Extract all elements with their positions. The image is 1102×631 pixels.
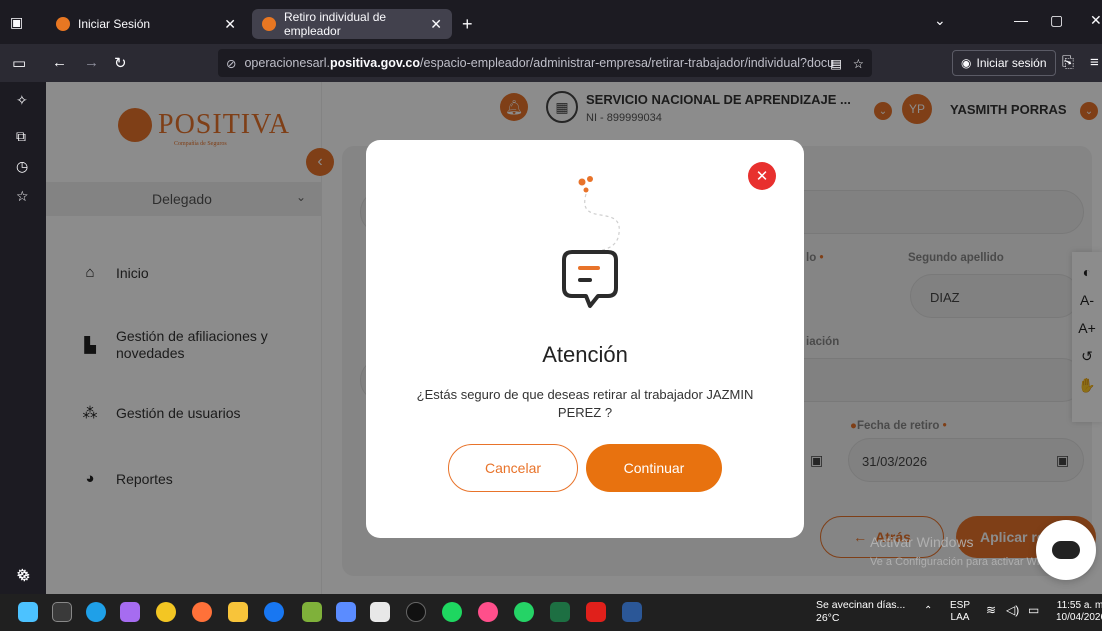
extensions-icon[interactable]: ⎘: [1062, 54, 1074, 71]
settings-icon[interactable]: ⚙: [18, 568, 31, 585]
signin-button[interactable]: ◉ Iniciar sesión: [952, 50, 1056, 76]
photos-icon[interactable]: [478, 602, 498, 622]
temperature: 26°C: [816, 612, 840, 624]
facebook-icon[interactable]: [264, 602, 284, 622]
browser-sidebar: ✧ ⧉ ◷ ☆ ⚙: [0, 82, 46, 594]
whatsapp-icon[interactable]: [514, 602, 534, 622]
chat-button[interactable]: [1036, 520, 1096, 580]
menu-icon[interactable]: ≡: [1090, 54, 1099, 71]
positiva-favicon-icon: [262, 17, 276, 31]
sidebar-toggle-icon[interactable]: ▭: [12, 54, 26, 72]
chat-icon: [1052, 541, 1080, 559]
tab-label: Retiro individual de empleador: [284, 10, 387, 38]
synced-tabs-icon[interactable]: ⧉: [16, 128, 26, 145]
ai-sparkle-icon[interactable]: ✧: [16, 92, 28, 109]
chrome-icon[interactable]: [156, 602, 176, 622]
tiktok-icon[interactable]: [406, 602, 426, 622]
close-tab-icon[interactable]: ✕: [224, 16, 236, 33]
cancel-button[interactable]: Cancelar: [448, 444, 578, 492]
positiva-favicon-icon: [56, 17, 70, 31]
dialog-title: Atención: [542, 342, 628, 367]
url-domain: positiva.gov.co: [329, 56, 421, 70]
url-prefix: operacionesarl.: [244, 56, 330, 70]
copilot-icon[interactable]: [120, 602, 140, 622]
close-icon[interactable]: ✕: [748, 162, 776, 190]
maximize-icon[interactable]: ▢: [1050, 12, 1063, 29]
bookmarks-icon[interactable]: ☆: [16, 188, 29, 205]
shield-icon: ⊘: [226, 56, 237, 71]
word-icon[interactable]: [622, 602, 642, 622]
task-view-icon[interactable]: [52, 602, 72, 622]
browser-tabbar: ▣ Iniciar Sesión ✕ Retiro individual de …: [0, 0, 1102, 44]
browser-navbar: ▭ ← → ↻ ⊘ operacionesarl. positiva.gov.co…: [0, 44, 1102, 82]
chat-bubble-illustration-icon: [562, 176, 620, 308]
continue-button[interactable]: Continuar: [586, 444, 722, 492]
windows-start-icon[interactable]: [18, 602, 38, 622]
forward-icon[interactable]: →: [84, 54, 99, 71]
account-icon: ◉: [961, 56, 972, 70]
clock-date: 10/04/2026: [1056, 612, 1102, 623]
battery-icon[interactable]: ▭: [1028, 604, 1039, 616]
volume-icon[interactable]: ◁): [1006, 604, 1019, 616]
tab-retiro-individual[interactable]: Retiro individual de empleador ✕: [252, 9, 452, 39]
back-icon[interactable]: ←: [52, 54, 67, 71]
signin-label: Iniciar sesión: [976, 56, 1047, 70]
history-icon[interactable]: ◷: [16, 158, 28, 175]
tab-label: Iniciar Sesión: [78, 17, 151, 31]
spotify-icon[interactable]: [442, 602, 462, 622]
minecraft-icon[interactable]: [302, 602, 322, 622]
excel-icon[interactable]: [550, 602, 570, 622]
edge-icon[interactable]: [86, 602, 106, 622]
close-window-icon[interactable]: ✕: [1090, 12, 1102, 29]
store-icon[interactable]: [370, 602, 390, 622]
tab-iniciar-sesion[interactable]: Iniciar Sesión ✕: [46, 9, 246, 39]
url-path: /espacio-empleador/administrar-empresa/r…: [420, 56, 835, 70]
wifi-icon[interactable]: ≋: [986, 604, 996, 616]
tab-list-icon[interactable]: ▣: [10, 14, 23, 31]
reader-view-icon[interactable]: ▤: [830, 56, 842, 71]
windows-taskbar: Se avecinan días... 26°C ⌃ ESP LAA ≋ ◁) …: [0, 594, 1102, 631]
bookmark-star-icon[interactable]: ☆: [853, 56, 864, 71]
lang-layout: LAA: [950, 612, 970, 623]
weather-text: Se avecinan días...: [816, 599, 906, 611]
new-tab-icon[interactable]: +: [462, 14, 473, 35]
weather-widget[interactable]: Se avecinan días... 26°C: [794, 599, 905, 625]
minimize-icon[interactable]: —: [1014, 12, 1028, 28]
lang-code: ESP: [950, 600, 971, 611]
firefox-icon[interactable]: [192, 602, 212, 622]
url-bar[interactable]: ⊘ operacionesarl. positiva.gov.co/espacio…: [218, 49, 872, 77]
language-indicator[interactable]: ESP LAA: [950, 600, 970, 624]
web-page: POSITIVA Compañía de Seguros Delegado ⌄ …: [46, 82, 1102, 594]
confirm-dialog: ✕ Atención ¿Estás seguro de que deseas r…: [366, 140, 804, 538]
tray-chevron-icon[interactable]: ⌃: [924, 605, 932, 617]
reload-icon[interactable]: ↻: [114, 54, 127, 72]
clock-time: 11:55 a. m.: [1056, 600, 1102, 611]
close-tab-icon[interactable]: ✕: [430, 16, 442, 33]
file-explorer-icon[interactable]: [228, 602, 248, 622]
tab-overflow-chevron-icon[interactable]: ⌄: [934, 12, 946, 29]
app-icon[interactable]: [336, 602, 356, 622]
dialog-message: ¿Estás seguro de que deseas retirar al t…: [416, 387, 754, 420]
clock[interactable]: 11:55 a. m. 10/04/2026: [1056, 600, 1102, 624]
acrobat-icon[interactable]: [586, 602, 606, 622]
